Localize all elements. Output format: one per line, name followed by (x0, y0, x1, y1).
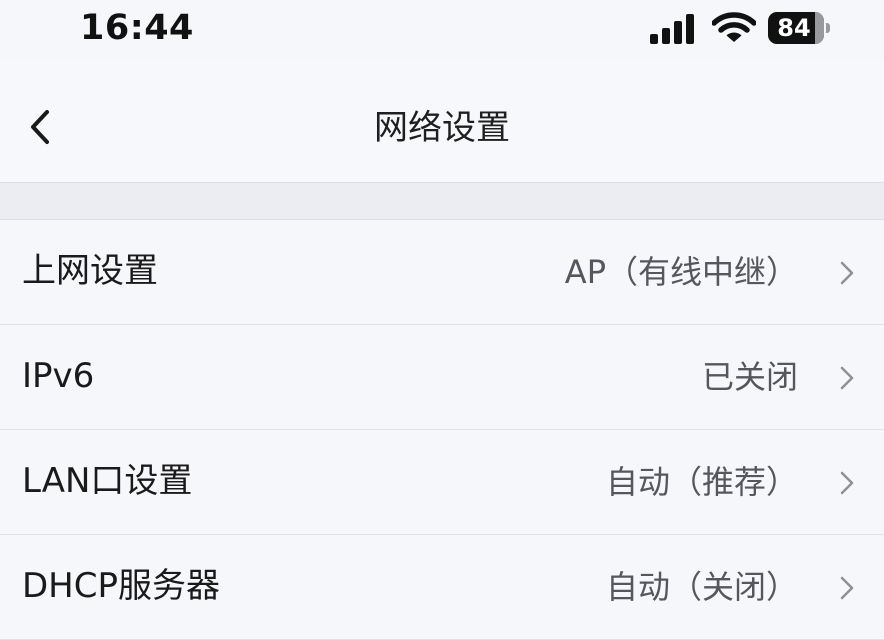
settings-row-internet[interactable]: 上网设置 AP（有线中继） (0, 220, 884, 325)
navigation-bar: 网络设置 (0, 58, 884, 183)
row-value: 自动（推荐） (605, 463, 798, 501)
row-label: IPv6 (22, 356, 95, 396)
signal-bars-icon (650, 14, 694, 44)
section-gap (0, 183, 884, 220)
row-value: AP（有线中继） (564, 253, 798, 291)
battery-icon: 84 (768, 12, 830, 44)
row-label: DHCP服务器 (22, 566, 220, 606)
wifi-icon (712, 12, 756, 42)
row-label: LAN口设置 (22, 461, 193, 501)
settings-row-dhcp[interactable]: DHCP服务器 自动（关闭） (0, 535, 884, 640)
settings-row-lan[interactable]: LAN口设置 自动（推荐） (0, 430, 884, 535)
settings-list: 上网设置 AP（有线中继） IPv6 已关闭 LAN口设置 自动（推荐） DHC… (0, 220, 884, 640)
row-value: 自动（关闭） (605, 568, 798, 606)
row-label: 上网设置 (22, 251, 158, 291)
battery-tip (826, 23, 830, 33)
row-value: 已关闭 (701, 358, 798, 396)
chevron-right-icon (840, 261, 854, 285)
settings-row-ipv6[interactable]: IPv6 已关闭 (0, 325, 884, 430)
battery-body: 84 (768, 12, 824, 44)
status-bar: 16:44 84 (0, 0, 884, 58)
page-title: 网络设置 (374, 108, 510, 148)
chevron-right-icon (840, 471, 854, 495)
battery-level: 84 (777, 14, 811, 42)
status-time: 16:44 (80, 8, 194, 48)
chevron-right-icon (840, 366, 854, 390)
